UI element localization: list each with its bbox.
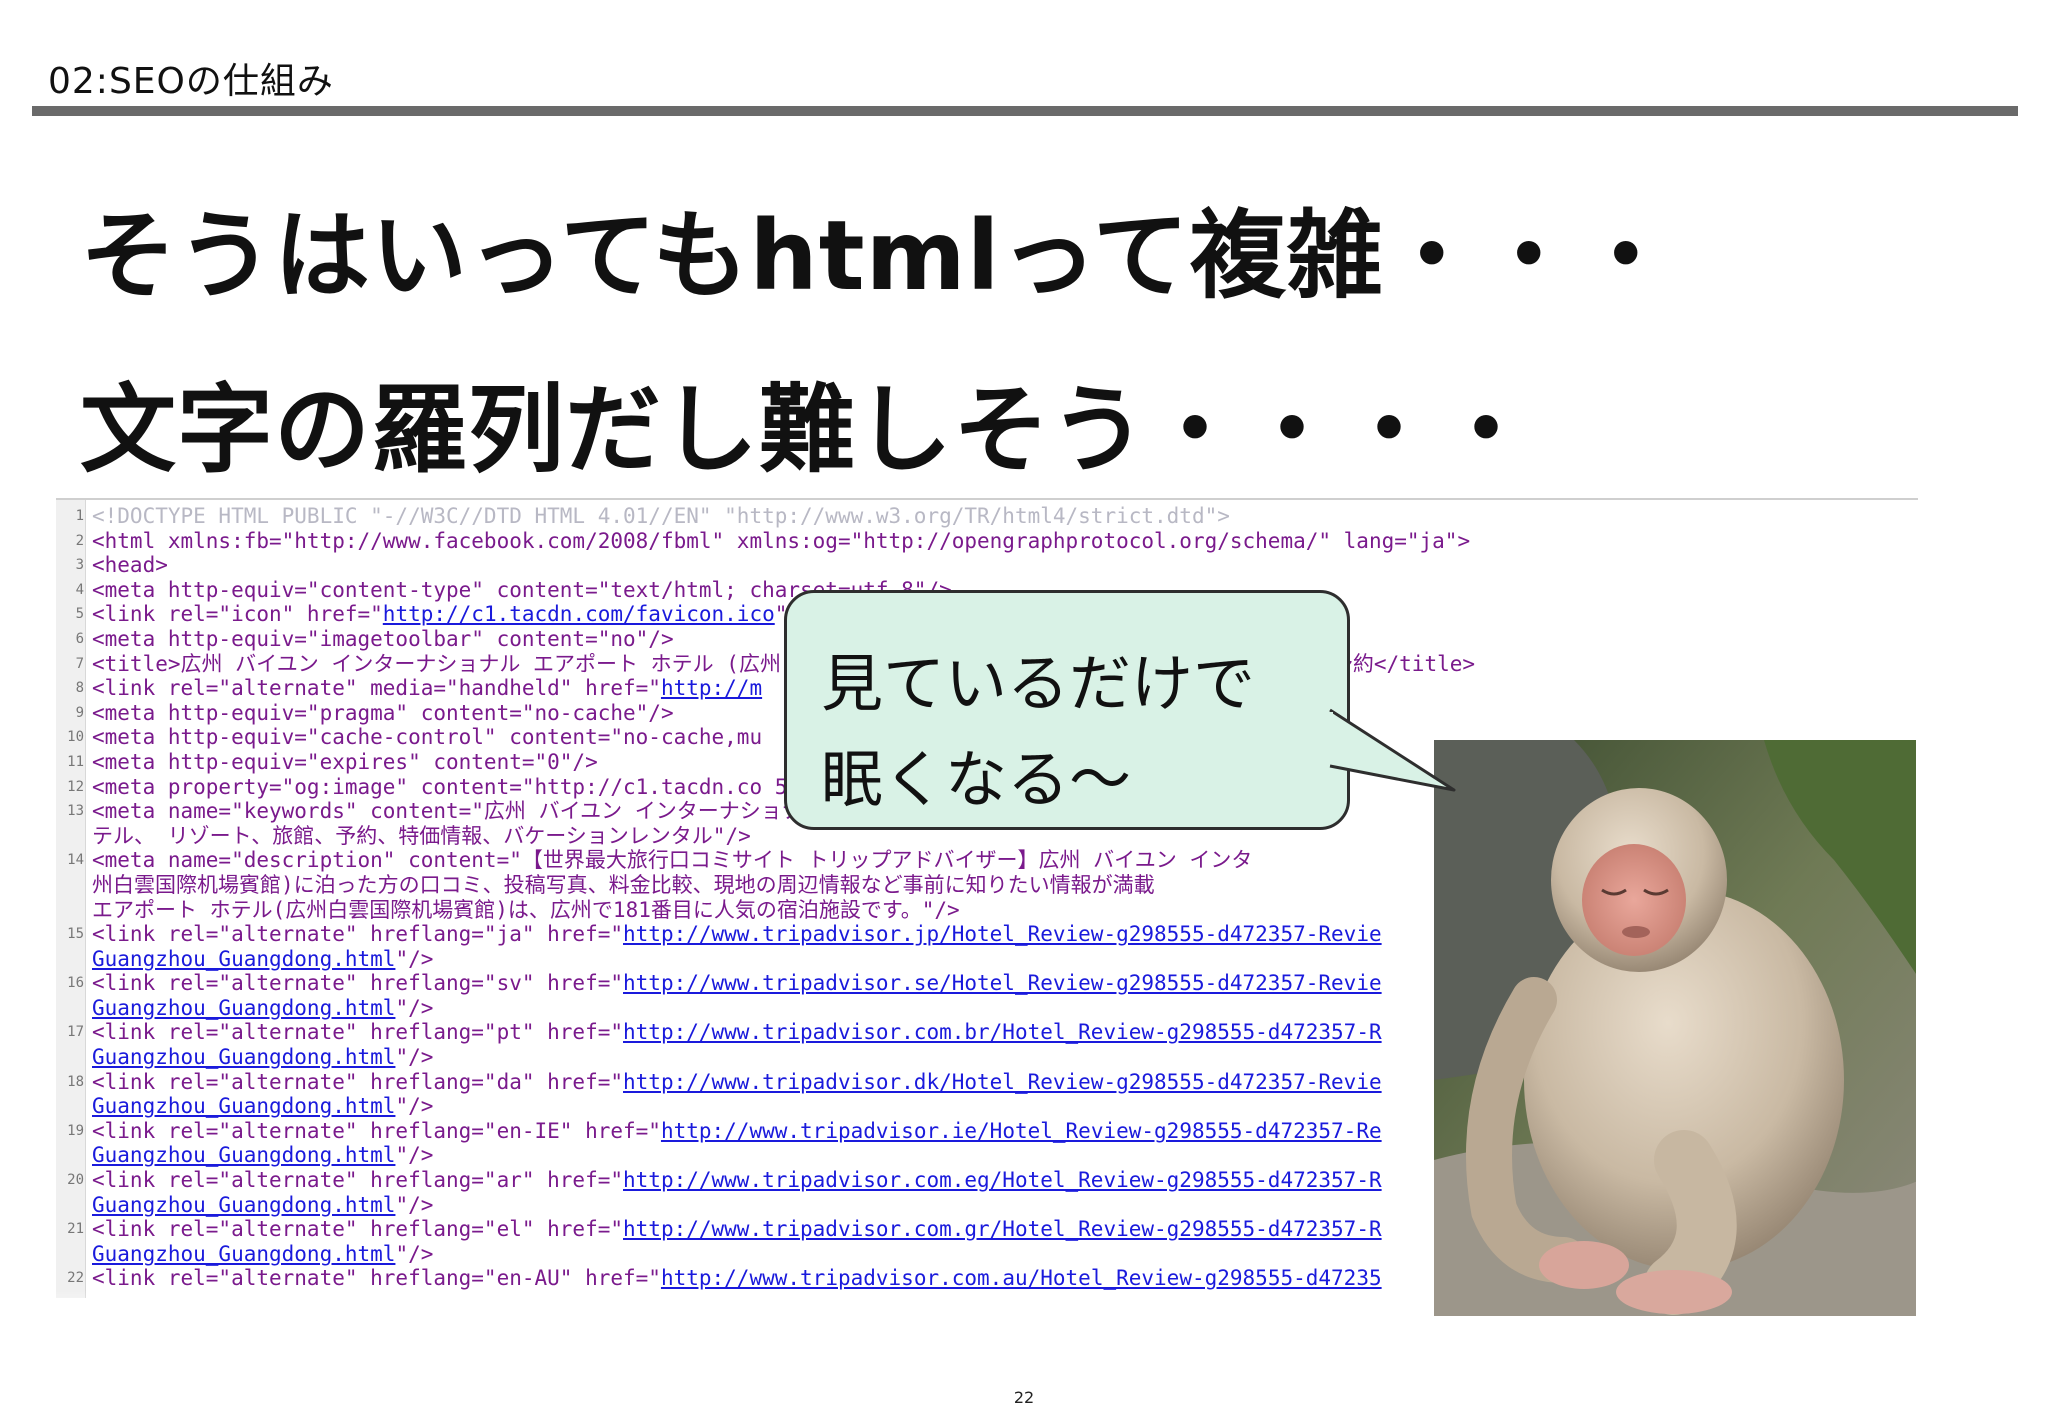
code-text: <link rel="alternate" media="handheld" h…: [92, 676, 661, 701]
code-text: "/>: [395, 946, 434, 971]
speech-bubble-line-1: 見ているだけで: [821, 647, 1256, 720]
line-number: 5: [75, 606, 84, 623]
code-url-link[interactable]: http://c1.tacdn.com/favicon.ico: [383, 602, 775, 626]
header-rule: [32, 106, 2018, 116]
code-url-link[interactable]: Guangzhou_Guangdong.html: [92, 1094, 395, 1118]
monkey-leg: [1644, 1130, 1737, 1315]
code-text: <meta http-equiv="pragma" content="no-ca…: [92, 700, 674, 725]
code-text: <link rel="alternate" hreflang="en-IE" h…: [92, 1118, 661, 1143]
code-url-link[interactable]: http://www.tripadvisor.com.gr/Hotel_Revi…: [623, 1217, 1382, 1241]
code-url-link[interactable]: http://www.tripadvisor.dk/Hotel_Review-g…: [623, 1070, 1382, 1094]
code-url-link[interactable]: Guangzhou_Guangdong.html: [92, 996, 395, 1020]
code-text: <meta property="og:image" content="http:…: [92, 774, 864, 799]
line-number: 18: [67, 1073, 84, 1090]
headline-line-1: そうはいってもhtmlって複雑・・・: [80, 200, 1675, 312]
page-number: 22: [1013, 1388, 1035, 1407]
code-text: <link rel="alternate" hreflang="el" href…: [92, 1217, 624, 1242]
code-text: <meta http-equiv="cache-control" content…: [92, 725, 763, 750]
line-number: 1: [75, 508, 84, 524]
code-url-link[interactable]: http://m: [661, 676, 762, 700]
code-url-link[interactable]: Guangzhou_Guangdong.html: [92, 1143, 395, 1167]
line-number: 2: [75, 532, 84, 549]
monkey-hand: [1539, 1241, 1629, 1289]
monkey-mouth: [1622, 926, 1650, 938]
headline-line-2: 文字の羅列だし難しそう・・・・: [80, 374, 1535, 486]
code-text: "/>: [395, 1094, 434, 1119]
code-text: "/>: [395, 1045, 434, 1070]
code-text: <link rel="alternate" hreflang="sv" href…: [92, 971, 624, 996]
code-text: <link rel="alternate" hreflang="pt" href…: [92, 1020, 624, 1045]
line-number: 21: [67, 1221, 84, 1238]
monkey-face: [1582, 844, 1686, 956]
code-text: <link rel="alternate" hreflang="ar" href…: [92, 1168, 624, 1193]
code-url-link[interactable]: http://www.tripadvisor.com.au/Hotel_Revi…: [661, 1266, 1382, 1290]
code-text: <!DOCTYPE HTML PUBLIC "-//W3C//DTD HTML …: [92, 504, 1230, 528]
line-number: 12: [67, 778, 84, 795]
code-url-link[interactable]: http://www.tripadvisor.se/Hotel_Review-g…: [623, 971, 1382, 995]
code-text: "/>: [395, 995, 434, 1020]
code-text: 州白雲国際机場賓館)に泊った方の口コミ、投稿写真、料金比較、現地の周辺情報など事…: [92, 872, 1155, 897]
line-number: 13: [67, 803, 84, 820]
code-line: 3 <head>: [56, 553, 1918, 578]
line-number: 22: [67, 1270, 84, 1287]
line-number: 4: [75, 581, 84, 598]
line-number: 7: [75, 655, 84, 672]
code-text: <meta name="description" content="【世界最大旅…: [92, 848, 1253, 873]
sleepy-monkey-photo: [1432, 738, 1918, 1318]
line-number: 11: [67, 753, 84, 770]
code-text: <meta http-equiv="imagetoolbar" content=…: [92, 626, 674, 651]
code-url-link[interactable]: http://www.tripadvisor.com.eg/Hotel_Revi…: [623, 1168, 1382, 1192]
speech-bubble-tail: [1324, 708, 1456, 792]
line-number: 3: [75, 557, 84, 574]
code-text: <link rel="alternate" hreflang="ja" href…: [92, 922, 624, 947]
line-number: 9: [75, 704, 84, 721]
line-number: 8: [75, 680, 84, 697]
code-url-link[interactable]: Guangzhou_Guangdong.html: [92, 947, 395, 971]
code-text: <link rel="alternate" hreflang="en-AU" h…: [92, 1266, 661, 1291]
code-url-link[interactable]: http://www.tripadvisor.ie/Hotel_Review-g…: [661, 1119, 1382, 1143]
code-url-link[interactable]: Guangzhou_Guangdong.html: [92, 1193, 395, 1217]
code-url-link[interactable]: http://www.tripadvisor.com.br/Hotel_Revi…: [623, 1020, 1382, 1044]
code-text: <link rel="alternate" hreflang="da" href…: [92, 1069, 624, 1094]
code-text: "/>: [395, 1241, 434, 1266]
code-text: <meta http-equiv="expires" content="0"/>: [92, 749, 598, 774]
line-number: 19: [67, 1122, 84, 1139]
line-number: 15: [67, 926, 84, 943]
code-text: エアポート ホテル(広州白雲国際机場賓館)は、広州で181番目に人気の宿泊施設で…: [92, 897, 960, 922]
line-number: 6: [75, 630, 84, 647]
line-number: 14: [67, 852, 84, 869]
speech-bubble: 見ているだけで 眠くなる～: [784, 590, 1350, 830]
code-text: テル、 リゾート、旅館、予約、特価情報、バケーションレンタル"/>: [92, 823, 751, 848]
monkey-foot: [1616, 1270, 1732, 1314]
speech-bubble-line-2: 眠くなる～: [821, 743, 1132, 816]
code-url-link[interactable]: http://www.tripadvisor.jp/Hotel_Review-g…: [623, 922, 1382, 946]
line-number: 10: [67, 729, 84, 746]
code-url-link[interactable]: Guangzhou_Guangdong.html: [92, 1242, 395, 1266]
code-text: <link rel="icon" href=": [92, 602, 383, 627]
code-line: 2 <html xmlns:fb="http://www.facebook.com…: [56, 529, 1918, 554]
code-text: <html xmlns:fb="http://www.facebook.com/…: [92, 528, 1471, 553]
line-number: 20: [67, 1172, 84, 1189]
line-number: 16: [67, 975, 84, 992]
code-text: "/>: [395, 1192, 434, 1217]
code-line: 1 <!DOCTYPE HTML PUBLIC "-//W3C//DTD HTML…: [56, 504, 1918, 529]
code-url-link[interactable]: Guangzhou_Guangdong.html: [92, 1045, 395, 1069]
section-label: 02:SEOの仕組み: [48, 61, 334, 102]
line-number: 17: [67, 1024, 84, 1041]
code-text: <head>: [92, 553, 168, 578]
code-text: "/>: [395, 1143, 434, 1168]
